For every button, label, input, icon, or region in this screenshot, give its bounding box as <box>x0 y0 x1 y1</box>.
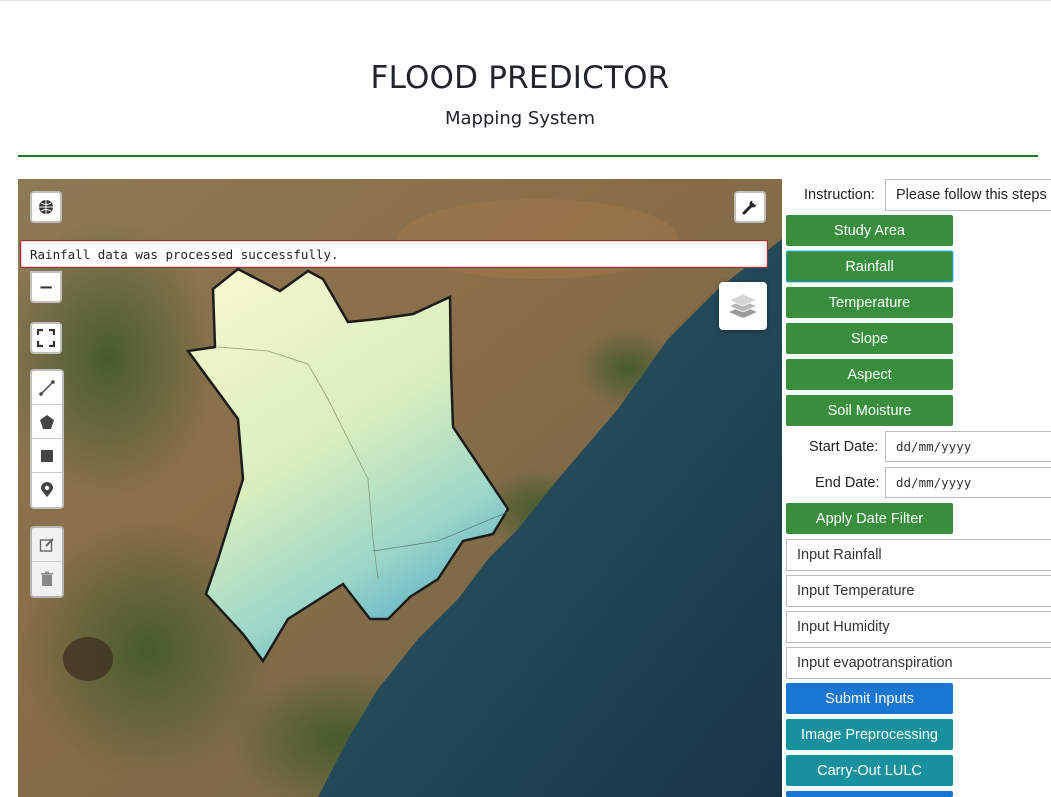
slope-button[interactable]: Slope <box>786 323 953 354</box>
trash-icon <box>41 571 53 586</box>
top-border <box>0 0 1051 1</box>
aspect-button[interactable]: Aspect <box>786 359 953 390</box>
control-panel: Instruction: Please follow this steps St… <box>786 179 1051 797</box>
zoom-out-label: − <box>38 276 54 298</box>
study-area-button[interactable]: Study Area <box>786 215 953 246</box>
draw-polyline-button[interactable] <box>32 371 62 405</box>
instruction-select[interactable]: Please follow this steps <box>885 179 1051 211</box>
instruction-label: Instruction: <box>804 187 875 203</box>
end-date-input[interactable]: dd/mm/yyyy <box>885 467 1051 498</box>
polyline-icon <box>39 379 55 396</box>
rainfall-input[interactable]: Input Rainfall <box>786 539 1051 571</box>
submit-inputs-button[interactable]: Submit Inputs <box>786 683 953 714</box>
satellite-basemap[interactable] <box>18 179 782 797</box>
page-title: FLOOD PREDICTOR <box>370 60 670 96</box>
end-date-label: End Date: <box>815 475 880 491</box>
zoom-out-button[interactable]: − <box>30 271 62 303</box>
status-message: Rainfall data was processed successfully… <box>20 240 768 268</box>
draw-rectangle-button[interactable] <box>32 439 62 473</box>
soil-moisture-button[interactable]: Soil Moisture <box>786 395 953 426</box>
layers-icon <box>728 293 758 318</box>
fullscreen-icon <box>37 329 55 347</box>
humidity-input[interactable]: Input Humidity <box>786 611 1051 643</box>
marker-icon <box>41 482 53 497</box>
evapotranspiration-input[interactable]: Input evapotranspiration <box>786 647 1051 679</box>
polygon-icon <box>40 414 54 429</box>
apply-date-filter-button[interactable]: Apply Date Filter <box>786 503 953 534</box>
rainfall-button[interactable]: Rainfall <box>786 251 953 282</box>
globe-button[interactable] <box>30 191 62 223</box>
globe-icon <box>39 200 53 214</box>
draw-polygon-button[interactable] <box>32 405 62 439</box>
start-date-label: Start Date: <box>809 439 879 455</box>
map-view[interactable]: − Rainfall data was processed successful… <box>18 179 782 797</box>
fullscreen-button[interactable] <box>30 322 62 354</box>
delete-layers-button[interactable] <box>32 562 62 596</box>
temperature-button[interactable]: Temperature <box>786 287 953 318</box>
carry-out-lulc-button[interactable]: Carry-Out LULC <box>786 755 953 786</box>
image-preprocessing-button[interactable]: Image Preprocessing <box>786 719 953 750</box>
next-step-button[interactable] <box>786 791 953 797</box>
draw-marker-button[interactable] <box>32 473 62 507</box>
wrench-icon <box>742 200 757 215</box>
header-divider <box>18 155 1038 157</box>
layers-button[interactable] <box>719 282 767 330</box>
settings-button[interactable] <box>734 191 766 223</box>
rectangle-icon <box>41 449 53 462</box>
start-date-input[interactable]: dd/mm/yyyy <box>885 431 1051 462</box>
temperature-input[interactable]: Input Temperature <box>786 575 1051 607</box>
edit-toolbar <box>30 526 64 598</box>
edit-layers-button[interactable] <box>32 528 62 562</box>
edit-icon <box>39 537 54 552</box>
page-subtitle: Mapping System <box>444 108 596 129</box>
draw-toolbar <box>30 369 64 509</box>
